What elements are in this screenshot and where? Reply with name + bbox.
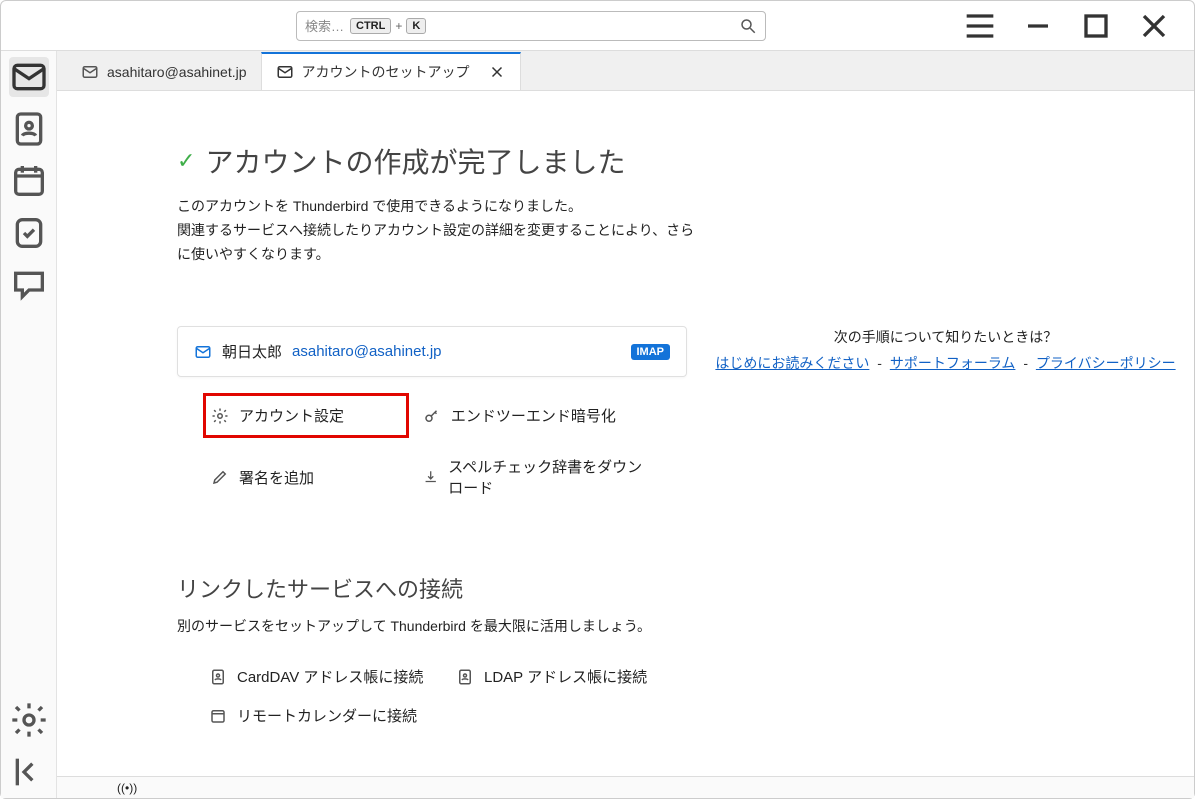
app-menu-button[interactable] — [960, 6, 1000, 46]
help-forum-link[interactable]: サポートフォーラム — [890, 355, 1016, 371]
rail-tasks-button[interactable] — [9, 213, 49, 253]
rail-chat-button[interactable] — [9, 265, 49, 305]
spaces-toolbar — [1, 51, 57, 798]
window-maximize-button[interactable] — [1076, 6, 1116, 46]
rail-collapse-button[interactable] — [9, 752, 49, 792]
protocol-badge: IMAP — [631, 344, 671, 360]
add-signature-button[interactable]: 署名を追加 — [205, 446, 407, 508]
download-icon — [423, 468, 438, 486]
calendar-label: リモートカレンダーに接続 — [237, 705, 417, 726]
help-privacy-link[interactable]: プライバシーポリシー — [1036, 355, 1176, 371]
gear-icon — [211, 407, 229, 425]
action-dict-label: スペルチェック辞書をダウンロード — [448, 456, 653, 498]
rail-calendar-button[interactable] — [9, 161, 49, 201]
linked-services-desc: 別のサービスをセットアップして Thunderbird を最大限に活用しましょう… — [177, 616, 697, 636]
account-settings-button[interactable]: アカウント設定 — [205, 395, 407, 436]
mail-setup-icon — [276, 63, 294, 81]
tab-close-button[interactable] — [488, 63, 506, 81]
e2e-encryption-button[interactable]: エンドツーエンド暗号化 — [417, 395, 659, 436]
page-title: ✓ アカウントの作成が完了しました — [177, 141, 697, 181]
search-input[interactable]: 検索… CTRL + K — [296, 11, 766, 41]
mail-icon — [81, 63, 99, 81]
carddav-label: CardDAV アドレス帳に接続 — [237, 666, 423, 687]
help-question: 次の手順について知りたいときは？ — [697, 327, 1194, 347]
rail-mail-button[interactable] — [9, 57, 49, 97]
title-text: アカウントの作成が完了しました — [205, 141, 625, 181]
window-close-button[interactable] — [1134, 6, 1174, 46]
checkmark-icon: ✓ — [177, 148, 195, 174]
account-mail-icon — [194, 343, 212, 361]
ldap-connect-button[interactable]: LDAP アドレス帳に接続 — [456, 666, 687, 687]
pencil-icon — [211, 468, 229, 486]
tab-mail-label: asahitaro@asahinet.jp — [107, 64, 247, 80]
kbd-ctrl: CTRL — [350, 18, 391, 34]
linked-services-title: リンクしたサービスへの接続 — [177, 572, 697, 604]
status-bar: ((•)) — [57, 776, 1194, 798]
account-email: asahitaro@asahinet.jp — [292, 343, 442, 360]
remote-calendar-button[interactable]: リモートカレンダーに接続 — [209, 705, 440, 726]
rail-addressbook-button[interactable] — [9, 109, 49, 149]
tab-account-setup[interactable]: アカウントのセットアップ — [261, 52, 521, 90]
rail-settings-button[interactable] — [9, 700, 49, 740]
key-icon — [423, 407, 441, 425]
help-panel: 次の手順について知りたいときは？ はじめにお読みください - サポートフォーラム… — [697, 91, 1194, 776]
carddav-connect-button[interactable]: CardDAV アドレス帳に接続 — [209, 666, 440, 687]
help-sep: - — [877, 355, 882, 371]
search-placeholder: 検索… — [305, 16, 344, 35]
help-readme-link[interactable]: はじめにお読みください — [715, 355, 869, 371]
addressbook-icon — [456, 668, 474, 686]
kbd-plus: + — [395, 19, 402, 33]
status-activity-icon: ((•)) — [117, 781, 137, 795]
search-icon — [739, 17, 757, 35]
action-e2e-label: エンドツーエンド暗号化 — [451, 405, 616, 426]
action-settings-label: アカウント設定 — [239, 405, 344, 426]
tab-mail-account[interactable]: asahitaro@asahinet.jp — [67, 52, 261, 90]
kbd-k: K — [406, 18, 426, 34]
ldap-label: LDAP アドレス帳に接続 — [484, 666, 647, 687]
addressbook-icon — [209, 668, 227, 686]
tab-setup-label: アカウントのセットアップ — [302, 62, 470, 82]
tabs-bar: asahitaro@asahinet.jp アカウントのセットアップ — [57, 51, 1194, 91]
desc-line-1: このアカウントを Thunderbird で使用できるようになりました。 — [177, 195, 697, 219]
account-card: 朝日太郎 asahitaro@asahinet.jp IMAP — [177, 326, 687, 377]
desc-line-2: 関連するサービスへ接続したりアカウント設定の詳細を変更することにより、さらに使い… — [177, 219, 697, 267]
account-name: 朝日太郎 — [222, 341, 282, 362]
download-dictionary-button[interactable]: スペルチェック辞書をダウンロード — [417, 446, 659, 508]
action-signature-label: 署名を追加 — [239, 467, 314, 488]
help-sep: - — [1023, 355, 1028, 371]
window-minimize-button[interactable] — [1018, 6, 1058, 46]
calendar-icon — [209, 707, 227, 725]
